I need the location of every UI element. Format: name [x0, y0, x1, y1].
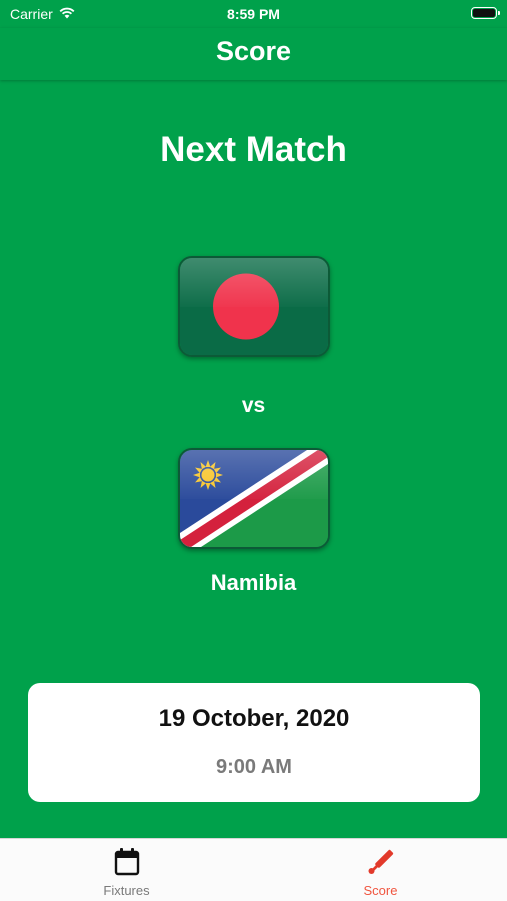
match-time: 9:00 AM [216, 756, 292, 778]
match-date: 19 October, 2020 [158, 705, 350, 732]
status-bar: Carrier 8:59 PM [0, 0, 507, 28]
battery-icon [471, 7, 500, 19]
tab-bar: Fixtures Score [0, 838, 507, 901]
tab-fixtures[interactable]: Fixtures [0, 839, 253, 901]
cricket-bat-icon [366, 847, 396, 882]
team-name-namibia: Namibia [210, 570, 297, 595]
versus-label: vs [241, 394, 266, 417]
bangladesh-flag [178, 256, 330, 357]
nav-title: Score [215, 36, 292, 66]
calendar-icon [113, 847, 141, 882]
status-time: 8:59 PM [227, 6, 280, 22]
match-info-card: 19 October, 2020 9:00 AM [28, 683, 480, 802]
tab-fixtures-label: Fixtures [103, 883, 150, 898]
namibia-flag [178, 448, 330, 549]
next-match-heading: Next Match [160, 130, 347, 169]
navigation-bar: Score [0, 28, 507, 80]
tab-score[interactable]: Score [254, 839, 507, 901]
tab-score-label: Score [363, 883, 398, 898]
